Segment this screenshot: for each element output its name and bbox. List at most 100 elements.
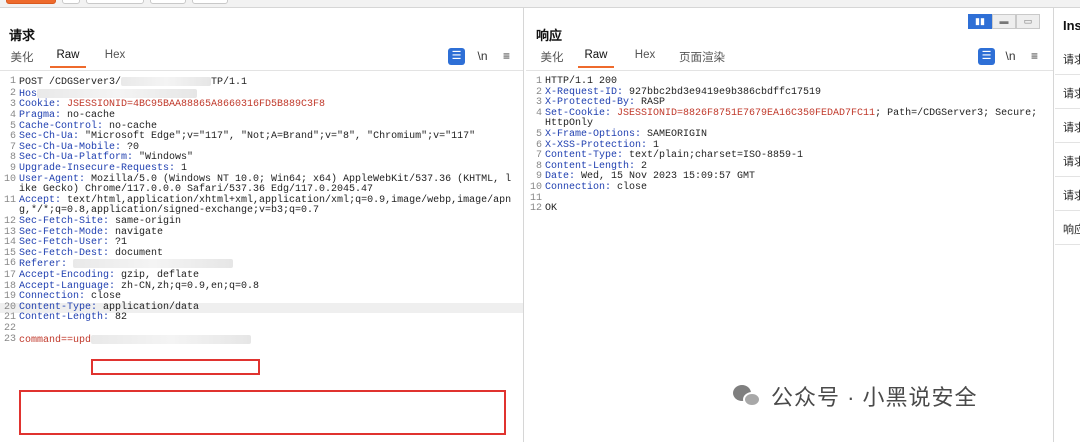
code-line: 11 Accept: text/html,application/xhtml+xm…: [0, 194, 523, 217]
tab-pretty[interactable]: 美化: [538, 46, 566, 68]
tab-raw[interactable]: Raw: [578, 46, 614, 68]
code-line: 11: [526, 193, 1053, 205]
inspector-item[interactable]: 请求: [1055, 41, 1080, 75]
header-value: no-cache: [67, 110, 116, 122]
inspector-title: Ins: [1063, 18, 1080, 33]
header-value: gzip, deflate: [121, 270, 200, 282]
line-text: User-Agent: Mozilla/5.0 (Windows NT 10.0…: [19, 173, 523, 196]
line-text: POST /CDGServer3/TP/1.1: [19, 77, 523, 89]
toolbar-button[interactable]: [150, 0, 186, 4]
header-name: User-Agent:: [19, 173, 92, 185]
redacted-region: [73, 259, 234, 269]
header-value: SAMEORIGIN: [647, 128, 708, 140]
header-value: zh-CN,zh;q=0.9,en;q=0.8: [121, 280, 260, 292]
header-name: Connection:: [545, 181, 618, 193]
single-pane-icon[interactable]: ▭: [1016, 14, 1040, 29]
header-name: Pragma:: [19, 110, 68, 122]
side-by-side-icon[interactable]: ▮▮: [968, 14, 992, 29]
redacted-region: [37, 88, 198, 98]
inspector-item[interactable]: 响应: [1055, 211, 1080, 245]
header-name: Cookie:: [19, 99, 68, 111]
toolbar-button[interactable]: [62, 0, 80, 4]
line-number: 12: [529, 203, 542, 215]
header-value: Wed, 15 Nov 2023 15:09:57 GMT: [581, 171, 756, 183]
header-value: close: [617, 181, 648, 193]
send-button[interactable]: [6, 0, 56, 4]
header-value: no-cache: [109, 120, 158, 132]
request-panel: 请求 美化 Raw Hex ☰ \n ≡ 1 POST /CDGServer3/T…: [0, 8, 524, 442]
tab-pretty[interactable]: 美化: [8, 46, 36, 68]
header-value: JSESSIONID=4BC95BAA88865A8660316FD5B889C…: [67, 99, 326, 111]
wrap-lines-icon[interactable]: ☰: [978, 48, 995, 65]
header-value: JSESSIONID=8826F8751E7679EA16C350FEDAD7F…: [617, 107, 876, 119]
redacted-region: [91, 334, 252, 344]
toolbar-button[interactable]: [86, 0, 144, 4]
newline-toggle-icon[interactable]: \n: [474, 48, 491, 65]
header-name: Cache-Control:: [19, 120, 110, 132]
header-value: navigate: [115, 226, 164, 238]
header-name: X-Request-ID:: [545, 86, 630, 98]
code-line: 10 User-Agent: Mozilla/5.0 (Windows NT 10…: [0, 173, 523, 196]
tab-hex[interactable]: Hex: [630, 46, 660, 68]
line-number: 1: [9, 76, 16, 87]
line-number: 4: [535, 107, 542, 119]
line-number: 11: [3, 194, 16, 206]
header-name: Content-Type:: [545, 150, 630, 162]
response-title: 响应: [536, 28, 563, 43]
line-text: Accept: text/html,application/xhtml+xml,…: [19, 195, 523, 217]
line-number: 10: [529, 181, 542, 193]
code-line: 12 OK: [526, 203, 1053, 215]
inspector-item[interactable]: 请求: [1055, 75, 1080, 109]
tab-render[interactable]: 页面渲染: [674, 46, 730, 68]
header-value: ?1: [115, 237, 128, 249]
menu-icon[interactable]: ≡: [498, 48, 515, 65]
tab-hex[interactable]: Hex: [100, 46, 130, 68]
inspector-item[interactable]: 请求: [1055, 177, 1080, 211]
header-value: 1: [653, 139, 660, 151]
line-number: 1: [535, 76, 542, 87]
header-value: 1: [181, 163, 188, 175]
stacked-icon[interactable]: ▬: [992, 14, 1016, 29]
toolbar-button[interactable]: [192, 0, 228, 4]
layout-toggle: ▮▮ ▬ ▭: [968, 14, 1040, 29]
header-name: Sec-Fetch-Dest:: [19, 247, 116, 259]
line-text: OK: [545, 203, 1053, 215]
header-value: "Microsoft Edge";v="117", "Not;A=Brand";…: [85, 131, 476, 143]
header-value: command==upd: [19, 334, 92, 346]
request-title: 请求: [9, 28, 36, 43]
code-line: 4 Set-Cookie: JSESSIONID=8826F8751E7679EA…: [526, 107, 1053, 130]
header-value: RASP: [641, 97, 666, 109]
header-name: X-XSS-Protection:: [545, 139, 654, 151]
request-editor[interactable]: 1 POST /CDGServer3/TP/1.1 2 Hos 3 Cookie: JSE…: [0, 70, 523, 442]
line-text: [545, 194, 1053, 205]
line-text: Connection: close: [545, 181, 1053, 194]
redacted-region: [121, 77, 212, 86]
inspector-item[interactable]: 请求: [1055, 143, 1080, 177]
header-name: Sec-Fetch-Site:: [19, 216, 116, 227]
code-line: 23 command==upd: [0, 334, 523, 347]
code-line: 15 Sec-Fetch-Dest: document: [0, 247, 523, 260]
tab-raw[interactable]: Raw: [50, 46, 86, 68]
line-text: Sec-Fetch-Dest: document: [19, 247, 523, 260]
inspector-item[interactable]: 请求: [1055, 109, 1080, 143]
header-value: 927bbc2bd3e9419e9b386cbdffc17519: [629, 86, 822, 98]
line-text: Set-Cookie: JSESSIONID=8826F8751E7679EA1…: [545, 107, 1053, 130]
line-text: Content-Length: 82: [19, 313, 523, 324]
wrap-lines-icon[interactable]: ☰: [448, 48, 465, 65]
menu-icon[interactable]: ≡: [1026, 48, 1043, 65]
line-text: [19, 324, 523, 335]
body-highlight-box: [19, 390, 506, 435]
code-line: 10 Connection: close: [526, 181, 1053, 194]
header-name: Date:: [545, 171, 582, 183]
request-tabs: 美化 Raw Hex: [0, 46, 523, 68]
header-name: X-Protected-By:: [545, 97, 642, 109]
newline-toggle-icon[interactable]: \n: [1002, 48, 1019, 65]
watermark: 公众号 · 小黑说安全: [733, 380, 978, 412]
line-number: 12: [3, 216, 16, 227]
header-value: document: [115, 247, 164, 259]
header-value: same-origin: [115, 216, 182, 227]
response-tabs: 美化 Raw Hex 页面渲染: [526, 46, 1053, 68]
header-value: Mozilla/5.0 (Windows NT 10.0; Win64; x64…: [19, 173, 512, 196]
header-name: X-Frame-Options:: [545, 128, 648, 140]
header-value: 82: [115, 312, 128, 324]
